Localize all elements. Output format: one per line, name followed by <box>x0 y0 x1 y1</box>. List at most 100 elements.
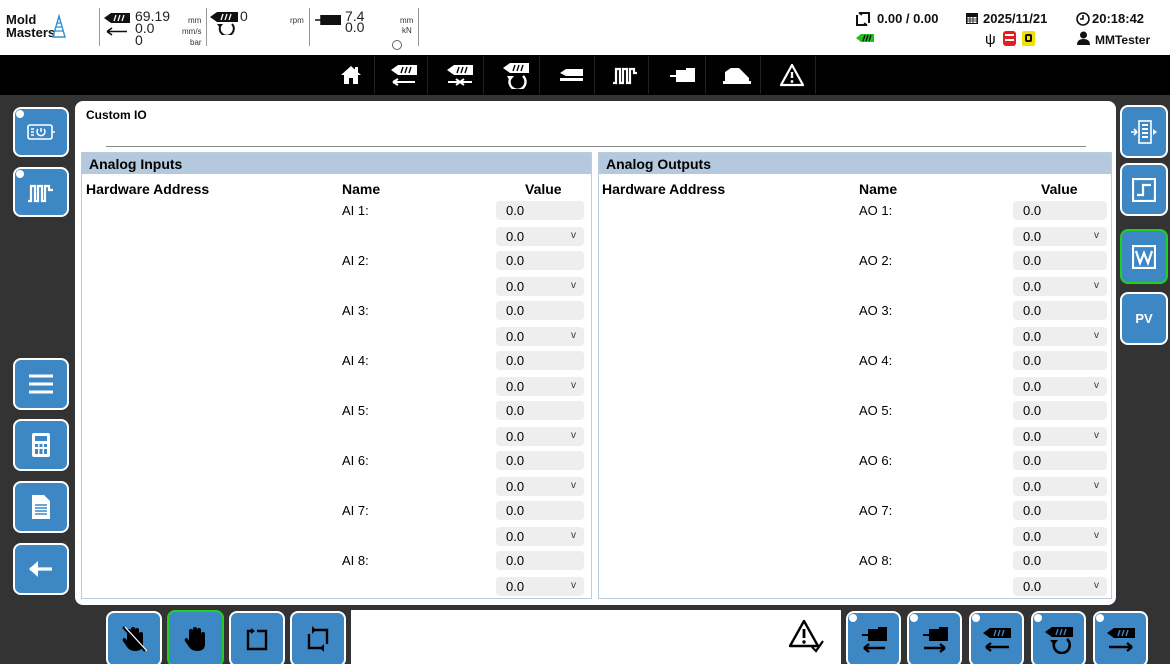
ao-value-field-1[interactable]: 0.0 <box>1013 201 1107 220</box>
hand-off-icon <box>122 626 147 652</box>
ao-value-text: 0.0 <box>1023 403 1042 418</box>
ai-value-field-4[interactable]: 0.0 <box>496 351 584 370</box>
ai-value-text: 0.0 <box>506 203 525 218</box>
clamp-close-button[interactable] <box>907 611 962 664</box>
ao-select-value: 0.0 <box>1023 429 1042 444</box>
clamp-open-icon <box>861 627 887 653</box>
injection-forward-button[interactable] <box>969 611 1024 664</box>
ai-value-text: 0.0 <box>506 403 525 418</box>
injection-back-button[interactable] <box>1093 611 1148 664</box>
digital-signal-button[interactable] <box>1120 163 1168 216</box>
user-name[interactable]: MMTester <box>1095 33 1150 47</box>
ai-unit-select-4[interactable]: 0.0 v <box>496 377 584 396</box>
ao-unit-select-2[interactable]: 0.0 v <box>1013 277 1107 296</box>
alarm-acknowledge-icon <box>788 619 824 653</box>
chevron-down-icon: v <box>571 480 576 491</box>
nav-plasticizing-button[interactable] <box>493 56 540 94</box>
auto-cycle-button[interactable] <box>290 611 346 664</box>
ao-unit-select-3[interactable]: 0.0 v <box>1013 327 1107 346</box>
ao-unit-select-6[interactable]: 0.0 v <box>1013 477 1107 496</box>
nav-hold-pressure-button[interactable] <box>437 56 484 94</box>
clamp-close-icon <box>922 627 948 653</box>
ai-value-field-2[interactable]: 0.0 <box>496 251 584 270</box>
ai-unit-select-1[interactable]: 0.0 v <box>496 227 584 246</box>
ao-value-field-3[interactable]: 0.0 <box>1013 301 1107 320</box>
navigation-bar <box>0 55 1170 95</box>
chevron-down-icon: v <box>1094 230 1099 241</box>
nav-clamp-button[interactable] <box>659 56 706 94</box>
screw-rotate-button[interactable] <box>1031 611 1086 664</box>
chevron-down-icon: v <box>1094 280 1099 291</box>
power-io-button[interactable] <box>13 107 69 157</box>
heater-zones-icon <box>28 184 53 203</box>
clamp-open-button[interactable] <box>846 611 901 664</box>
ao-value-field-6[interactable]: 0.0 <box>1013 451 1107 470</box>
screw-rotation-value: 0 <box>240 8 248 24</box>
analog-outputs-header: Analog Outputs <box>599 153 1111 174</box>
ai-unit-select-2[interactable]: 0.0 v <box>496 277 584 296</box>
ai-unit-select-5[interactable]: 0.0 v <box>496 427 584 446</box>
semi-auto-button[interactable] <box>229 611 285 664</box>
calculator-button[interactable] <box>13 419 69 471</box>
ai-name-1: AI 1: <box>342 203 369 218</box>
menu-button[interactable] <box>13 358 69 410</box>
ao-name-3: AO 3: <box>859 303 893 318</box>
ao-unit-select-1[interactable]: 0.0 v <box>1013 227 1107 246</box>
nav-temperature-button[interactable] <box>602 56 649 94</box>
nav-home-button[interactable] <box>328 56 375 94</box>
suck-back-icon <box>1106 628 1135 652</box>
ai-name-6: AI 6: <box>342 453 369 468</box>
ao-unit-select-8[interactable]: 0.0 v <box>1013 577 1107 596</box>
ai-value-field-3[interactable]: 0.0 <box>496 301 584 320</box>
digital-io-button[interactable] <box>1120 105 1168 158</box>
ai-unit-select-3[interactable]: 0.0 v <box>496 327 584 346</box>
analog-signal-button[interactable] <box>1120 229 1168 284</box>
chevron-down-icon: v <box>571 330 576 341</box>
time-display: 20:18:42 <box>1092 11 1145 26</box>
auto-cycle-icon <box>307 626 329 652</box>
io-module-icon <box>1131 119 1157 144</box>
ai-unit-select-7[interactable]: 0.0 v <box>496 527 584 546</box>
back-button[interactable] <box>13 543 69 595</box>
ao-value-field-4[interactable]: 0.0 <box>1013 351 1107 370</box>
ao-unit-select-5[interactable]: 0.0 v <box>1013 427 1107 446</box>
nav-ejector-button[interactable] <box>714 56 761 94</box>
ai-name-3: AI 3: <box>342 303 369 318</box>
ai-unit-select-8[interactable]: 0.0 v <box>496 577 584 596</box>
chevron-down-icon: v <box>1094 330 1099 341</box>
chevron-down-icon: v <box>571 530 576 541</box>
ao-value-field-8[interactable]: 0.0 <box>1013 551 1107 570</box>
ao-unit-select-7[interactable]: 0.0 v <box>1013 527 1107 546</box>
ai-value-field-7[interactable]: 0.0 <box>496 501 584 520</box>
chevron-down-icon: v <box>571 230 576 241</box>
alarm-message-box[interactable] <box>351 610 841 664</box>
ai-value-field-6[interactable]: 0.0 <box>496 451 584 470</box>
ao-value-text: 0.0 <box>1023 503 1042 518</box>
page-title: Custom IO <box>86 108 147 122</box>
ai-value-field-5[interactable]: 0.0 <box>496 401 584 420</box>
mold-masters-logo: Mold Masters <box>6 10 94 44</box>
auto-manual-button[interactable] <box>106 611 162 664</box>
ao-value-field-2[interactable]: 0.0 <box>1013 251 1107 270</box>
arrow-left-icon <box>106 27 127 36</box>
ao-value-text: 0.0 <box>1023 353 1042 368</box>
ao-unit-select-4[interactable]: 0.0 v <box>1013 377 1107 396</box>
nav-injection-button[interactable] <box>381 56 428 94</box>
ai-value-field-1[interactable]: 0.0 <box>496 201 584 220</box>
manual-mode-button[interactable] <box>167 610 224 664</box>
nav-carriage-button[interactable] <box>548 56 595 94</box>
ao-value-field-5[interactable]: 0.0 <box>1013 401 1107 420</box>
ai-value-field-8[interactable]: 0.0 <box>496 551 584 570</box>
ao-select-value: 0.0 <box>1023 279 1042 294</box>
chevron-down-icon: v <box>571 580 576 591</box>
document-button[interactable] <box>13 481 69 533</box>
analog-signal-icon <box>1132 244 1156 269</box>
heater-io-button[interactable] <box>13 167 69 217</box>
nav-alarms-button[interactable] <box>769 56 816 94</box>
ai-unit-select-6[interactable]: 0.0 v <box>496 477 584 496</box>
chevron-down-icon: v <box>571 430 576 441</box>
ao-value-field-7[interactable]: 0.0 <box>1013 501 1107 520</box>
ao-select-value: 0.0 <box>1023 479 1042 494</box>
pv-button[interactable]: PV <box>1120 292 1168 345</box>
ao-value-text: 0.0 <box>1023 203 1042 218</box>
